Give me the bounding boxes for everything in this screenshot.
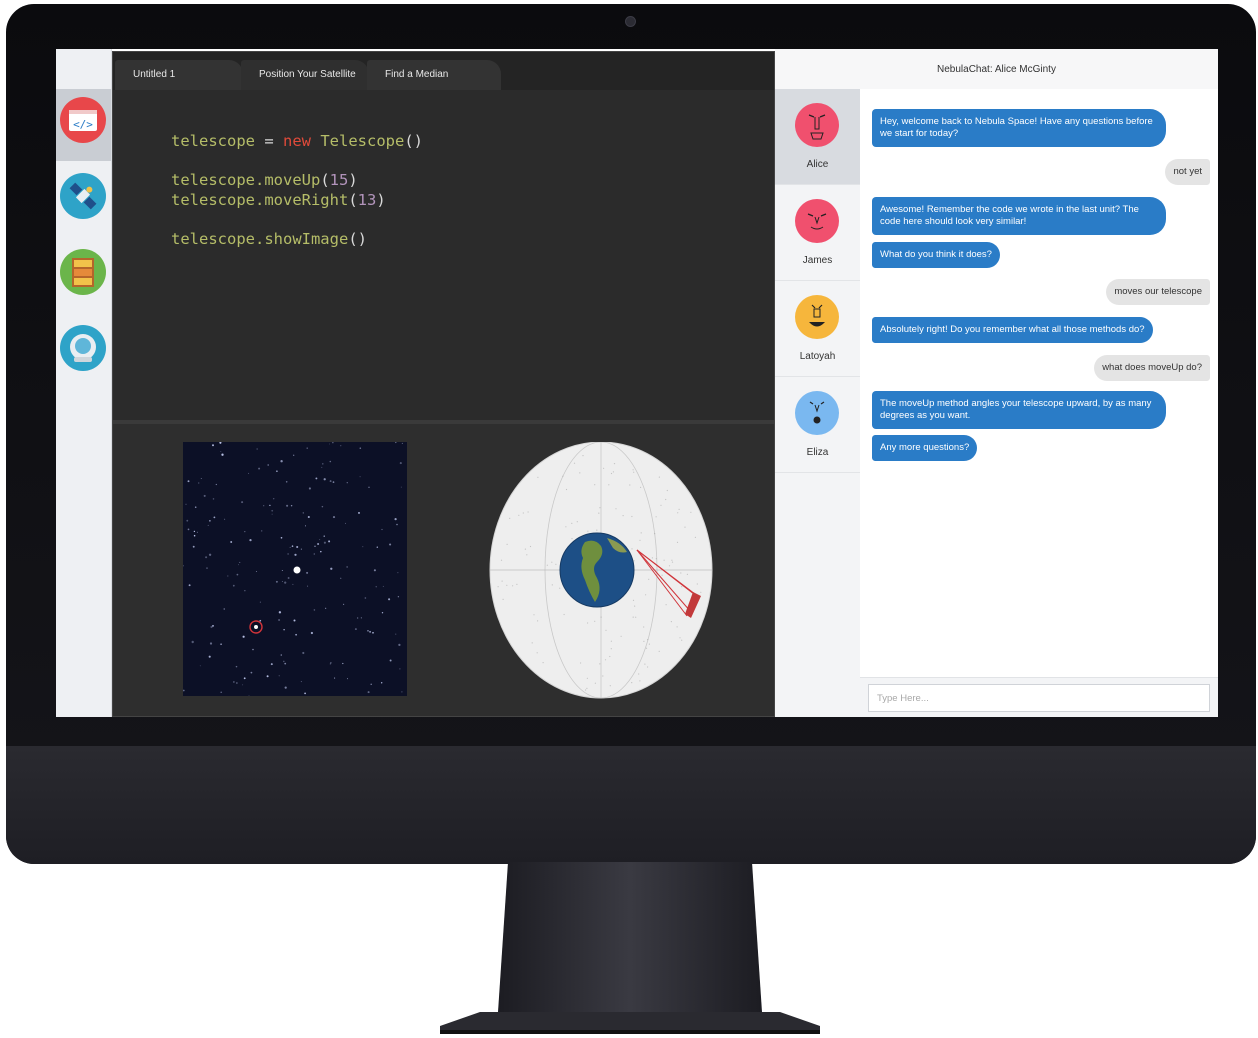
- contact-eliza[interactable]: Eliza: [775, 377, 860, 473]
- contact-alice[interactable]: Alice: [775, 89, 860, 185]
- message-list: Hey, welcome back to Nebula Space! Have …: [860, 89, 1218, 677]
- chat-message-input[interactable]: [868, 684, 1210, 712]
- contact-name: Alice: [806, 159, 829, 170]
- monitor-chin: [6, 746, 1256, 864]
- message-bot: What do you think it does?: [872, 242, 1000, 268]
- svg-text:</>: </>: [73, 118, 93, 131]
- code-line-4: telescope.showImage(): [171, 229, 367, 248]
- tool-rail: </>: [56, 49, 112, 717]
- contact-name: Eliza: [806, 447, 829, 458]
- contact-name: James: [802, 255, 833, 266]
- output-panel: [113, 424, 774, 716]
- bookshelf-icon: [60, 249, 106, 295]
- message-bot: Any more questions?: [872, 435, 978, 461]
- editor-tab-bar: Untitled 1 Position Your Satellite Find …: [113, 52, 774, 90]
- message-bot: Absolutely right! Do you remember what a…: [872, 317, 1153, 343]
- screen: </> Untitled 1 Position Your Satellite F…: [56, 49, 1218, 717]
- satellite-globe-view[interactable]: [487, 442, 715, 702]
- message-bot: Awesome! Remember the code we wrote in t…: [872, 197, 1166, 235]
- astronaut-helmet-icon: [60, 325, 106, 371]
- chat-title: NebulaChat: Alice McGinty: [775, 49, 1218, 90]
- tab-position-your-satellite[interactable]: Position Your Satellite: [241, 60, 369, 90]
- tab-find-a-median[interactable]: Find a Median: [367, 60, 501, 90]
- rail-item-code-editor[interactable]: </>: [56, 89, 111, 161]
- eliza-avatar-icon: [795, 391, 839, 435]
- code-line-1: telescope = new Telescope(): [171, 132, 423, 150]
- webcam-icon: [625, 16, 636, 27]
- satellite-icon: [60, 173, 106, 219]
- code-line-2: telescope.moveUp(15): [171, 171, 358, 189]
- monitor-stand: [440, 862, 820, 1034]
- rail-item-satellite[interactable]: [56, 165, 111, 237]
- telescope-image: [183, 442, 407, 696]
- contact-james[interactable]: James: [775, 185, 860, 281]
- code-editor: Untitled 1 Position Your Satellite Find …: [112, 51, 775, 717]
- bright-star: [293, 566, 301, 574]
- rail-item-bookshelf[interactable]: [56, 241, 111, 313]
- alice-avatar-icon: [795, 103, 839, 147]
- code-area[interactable]: telescope = new Telescope() telescope.mo…: [171, 132, 423, 249]
- message-user: not yet: [1165, 159, 1210, 185]
- code-line-3: telescope.moveRight(13): [171, 190, 386, 209]
- message-bot: Hey, welcome back to Nebula Space! Have …: [872, 109, 1166, 147]
- contact-list: Alice James Latoyah Eliza: [775, 89, 861, 717]
- message-user: what does moveUp do?: [1094, 355, 1210, 381]
- james-avatar-icon: [795, 199, 839, 243]
- message-bot: The moveUp method angles your telescope …: [872, 391, 1166, 429]
- code-editor-icon: </>: [60, 97, 106, 143]
- tab-untitled-1[interactable]: Untitled 1: [115, 60, 243, 90]
- message-user: moves our telescope: [1106, 279, 1210, 305]
- rail-item-astronaut[interactable]: [56, 317, 111, 389]
- latoyah-avatar-icon: [795, 295, 839, 339]
- contact-latoyah[interactable]: Latoyah: [775, 281, 860, 377]
- contact-name: Latoyah: [799, 351, 836, 362]
- chat-input-area: [860, 677, 1218, 717]
